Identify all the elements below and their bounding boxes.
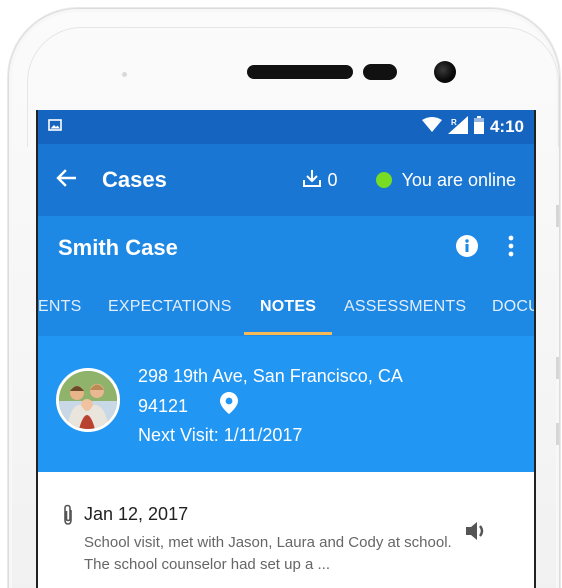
tab-notes[interactable]: NOTES [260,298,316,316]
more-vert-icon[interactable] [508,235,514,262]
address-line-1: 298 19th Ave, San Francisco, CA [138,366,403,386]
note-list-item[interactable]: Jan 12, 2017 School visit, met with Jaso… [38,472,534,588]
info-icon[interactable] [456,234,478,262]
wifi-icon [421,116,442,138]
tab-assessments[interactable]: ASSESSMENTS [344,298,466,316]
status-time: 4:10 [489,117,524,136]
note-date: Jan 12, 2017 [84,504,189,524]
phone-screen: R 4:10 Cases 0 You are online Smith Case… [36,110,536,588]
case-title-bar: Smith Case [38,216,534,280]
side-button [556,423,559,445]
back-arrow-icon[interactable] [56,168,77,192]
app-title: Cases [102,167,167,192]
app-bar: Cases 0 You are online [38,144,534,216]
download-count: 0 [327,169,338,190]
status-bar: R 4:10 [38,110,534,144]
front-camera [434,61,456,83]
address-line-2: 94121 [138,396,189,416]
online-status-dot [375,172,392,188]
next-visit: Next Visit: 1/11/2017 [138,425,303,445]
side-button [556,357,559,379]
tab-expectations[interactable]: EXPECTATIONS [108,298,232,316]
tab-documents[interactable]: DOCU [492,298,534,316]
signal-icon: R [447,115,468,139]
case-name: Smith Case [58,235,178,260]
earpiece-speaker [247,65,353,79]
active-tab-indicator [244,332,332,335]
battery-icon [473,115,484,139]
tab-bar: ENTS EXPECTATIONS NOTES ASSESSMENTS DOCU [38,280,534,336]
family-avatar [56,368,120,432]
volume-icon[interactable] [464,520,490,547]
image-icon [48,118,62,136]
svg-text:R: R [451,118,457,127]
side-button [556,205,559,227]
proximity-sensor [363,64,397,80]
tab-events[interactable]: ENTS [38,298,81,316]
location-pin-icon[interactable] [220,392,238,419]
download-icon[interactable] [302,168,322,193]
paperclip-icon [62,504,74,531]
microphone-hole [122,72,127,77]
note-preview-text: School visit, met with Jason, Laura and … [84,534,452,573]
case-header: 298 19th Ave, San Francisco, CA 94121 Ne… [38,336,534,472]
online-status-text: You are online [401,169,516,190]
